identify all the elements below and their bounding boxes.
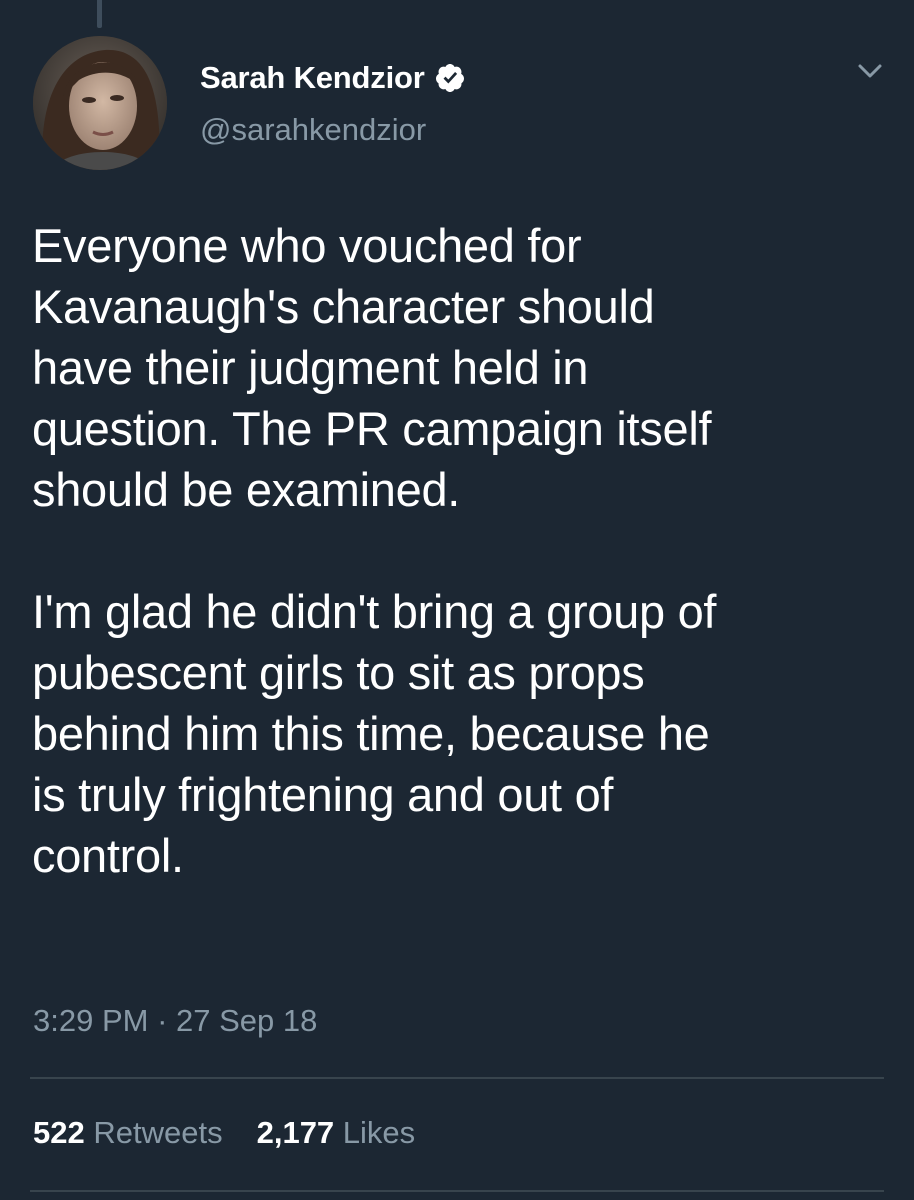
verified-badge-icon (434, 62, 466, 94)
tweet-time: 3:29 PM (33, 1003, 149, 1038)
thread-connector-line (97, 0, 102, 28)
retweets-stat[interactable]: 522 Retweets (33, 1115, 223, 1151)
timestamp-separator: · (157, 1003, 168, 1038)
tweet-date: 27 Sep 18 (176, 1003, 318, 1038)
avatar[interactable] (33, 36, 167, 170)
author-display-name[interactable]: Sarah Kendzior (200, 60, 425, 96)
divider (30, 1190, 884, 1192)
chevron-down-icon[interactable] (852, 56, 888, 86)
author-name-row[interactable]: Sarah Kendzior (200, 60, 466, 96)
likes-stat[interactable]: 2,177 Likes (257, 1115, 416, 1151)
tweet-stats: 522 Retweets 2,177 Likes (33, 1115, 415, 1151)
retweets-label: Retweets (93, 1115, 223, 1150)
tweet-paragraph: Everyone who vouched for Kavanaugh's cha… (32, 219, 712, 516)
tweet-timestamp[interactable]: 3:29 PM · 27 Sep 18 (33, 1003, 317, 1039)
divider (30, 1077, 884, 1079)
author-handle[interactable]: @sarahkendzior (200, 112, 426, 148)
tweet-paragraph: I'm glad he didn't bring a group of pube… (32, 585, 717, 882)
likes-count: 2,177 (256, 1115, 335, 1150)
avatar-image (33, 36, 167, 170)
tweet-text: Everyone who vouched for Kavanaugh's cha… (32, 215, 892, 886)
retweets-count: 522 (33, 1115, 85, 1150)
likes-label: Likes (342, 1115, 416, 1150)
